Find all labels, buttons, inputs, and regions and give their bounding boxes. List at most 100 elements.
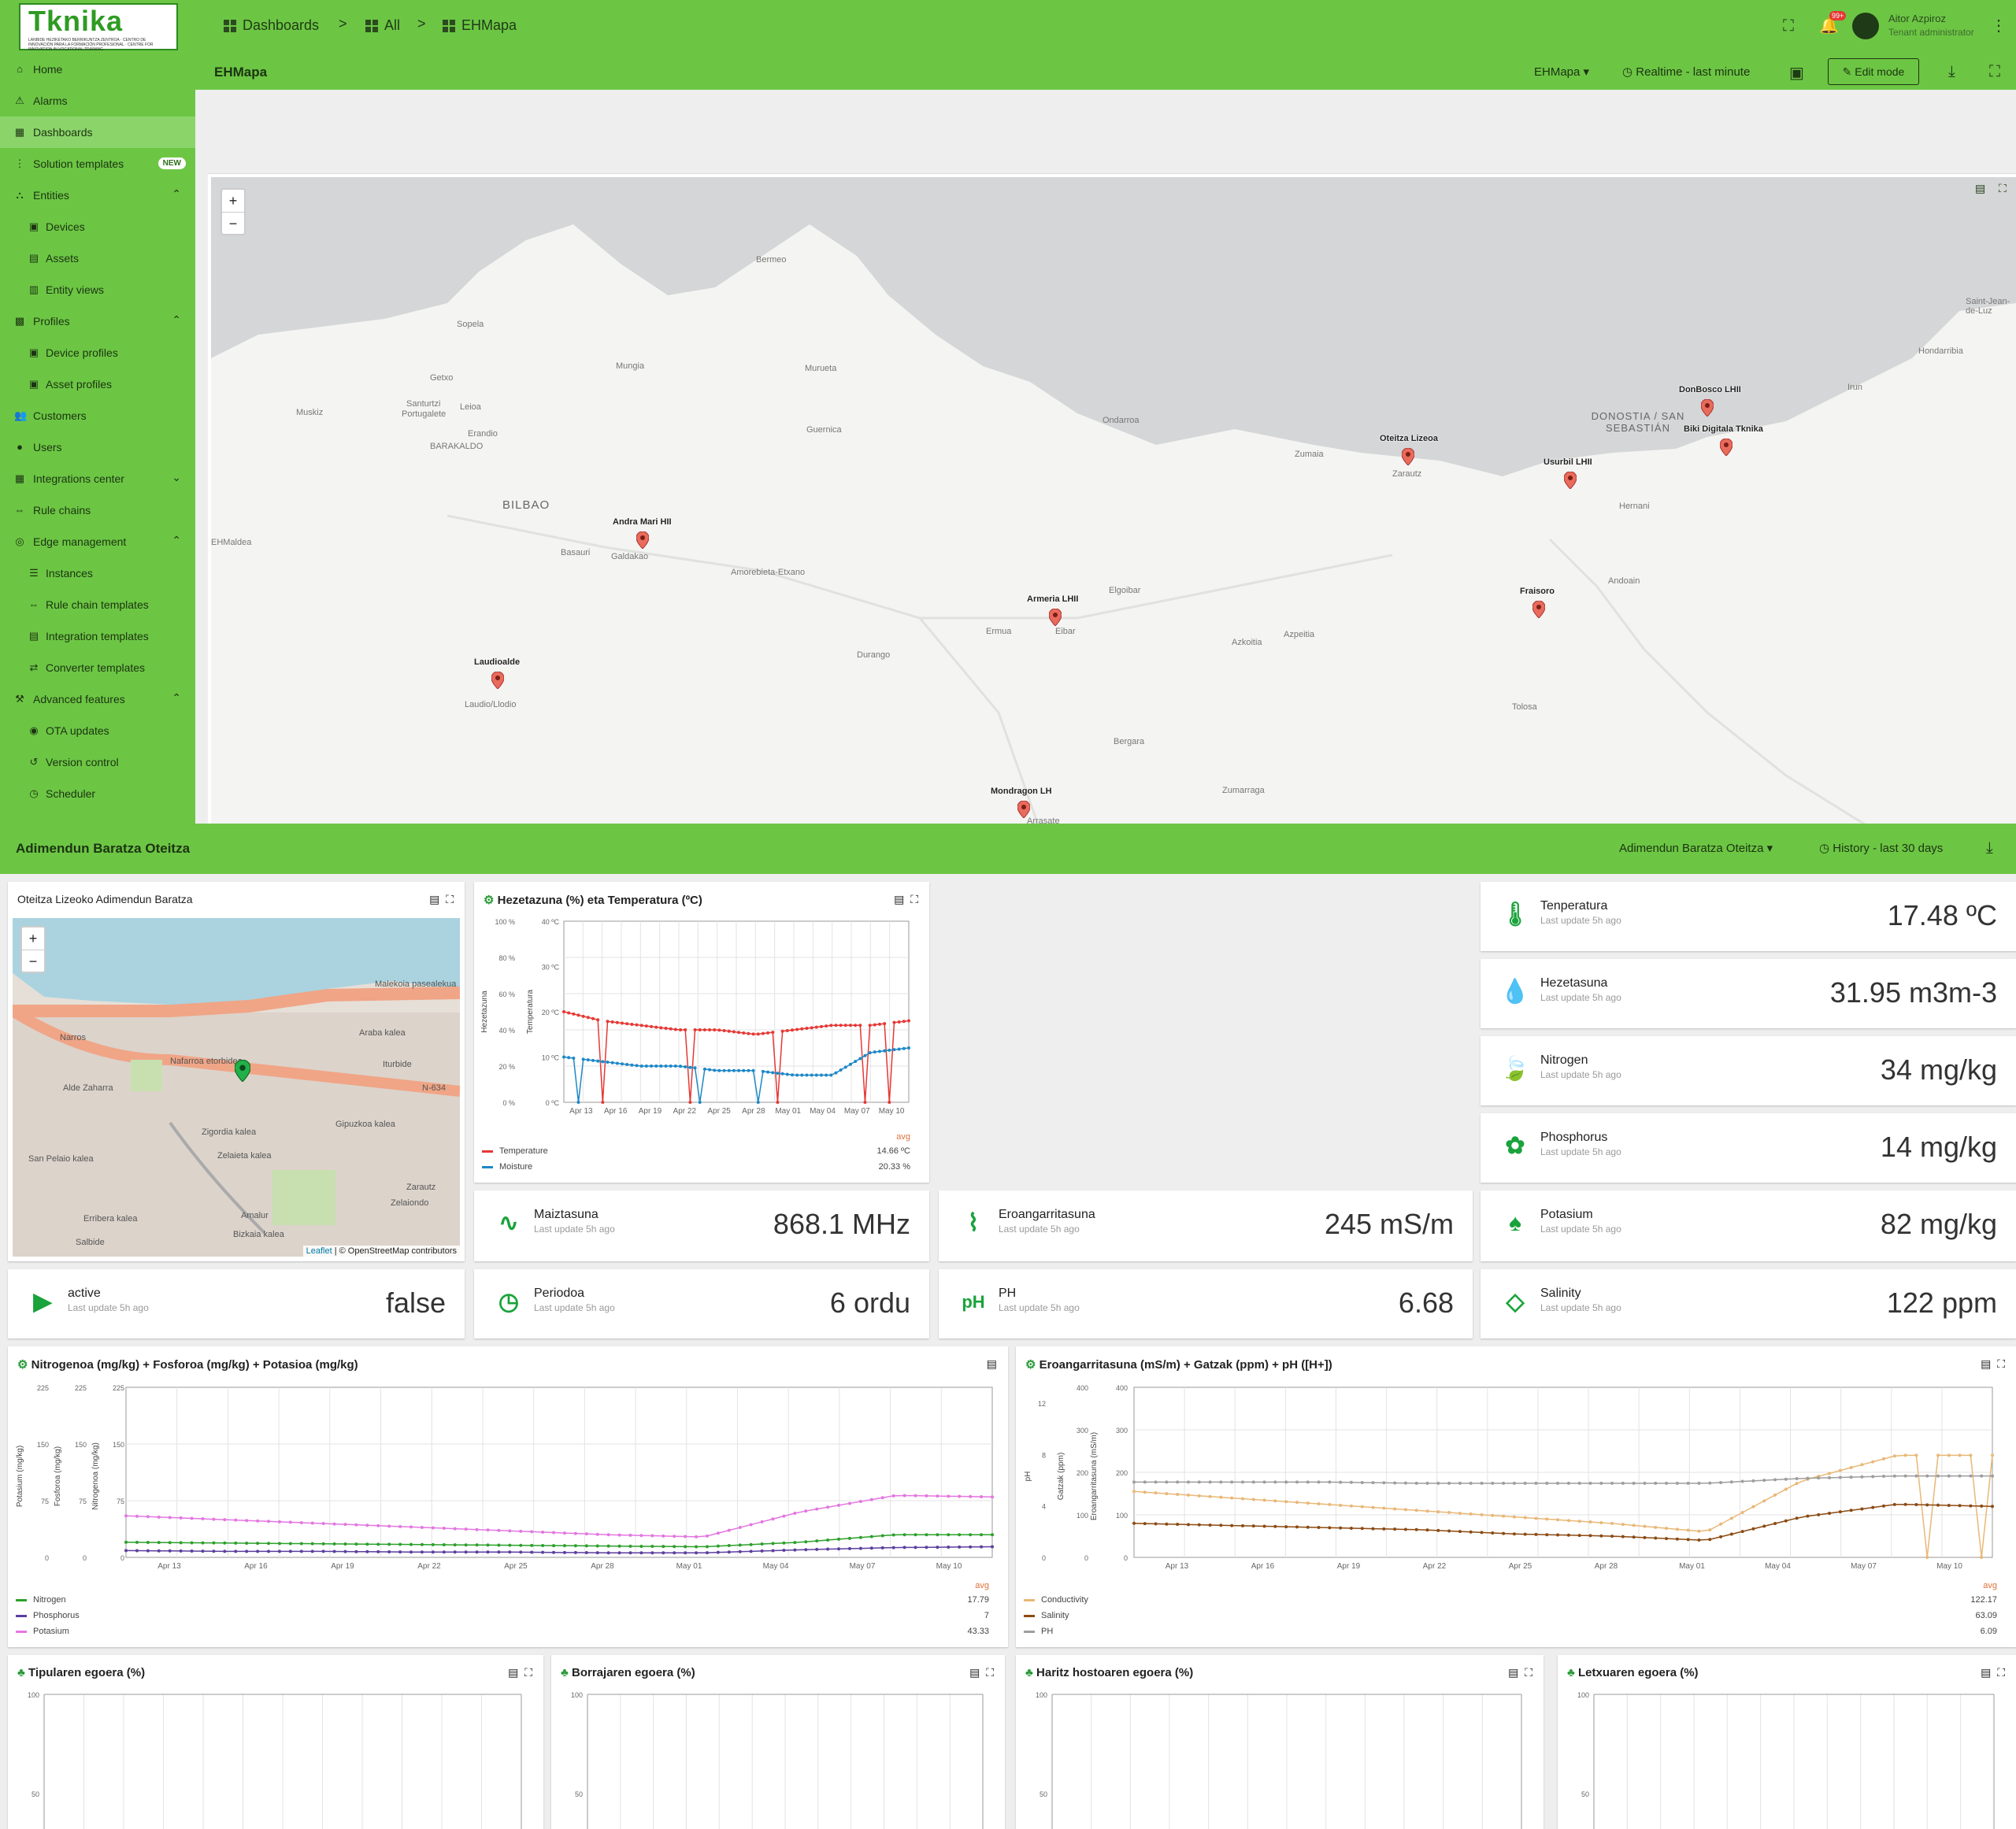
export-icon[interactable]: ▤ [894, 893, 904, 905]
legend-nitrogen[interactable]: Nitrogen [16, 1595, 66, 1605]
download-icon[interactable]: ⤓ [1986, 839, 1993, 857]
temperature-point [892, 1020, 896, 1024]
legend-temperature[interactable]: Temperature [482, 1146, 548, 1156]
zoom-out-button[interactable]: − [22, 950, 44, 972]
sidebar-item-instances[interactable]: ☰ Instances [0, 557, 195, 589]
sidebar-item-rule-chain-templates[interactable]: ⇔ Rule chain templates [0, 589, 195, 620]
conductivity-chart[interactable]: Apr 13 Apr 16 Apr 19 Apr 22 Apr 25 Apr 28 May … [1016, 1378, 2016, 1590]
export-icon[interactable]: ▤ [1975, 182, 1985, 195]
sidebar-item-customers[interactable]: 👥 Customers [0, 400, 195, 431]
export-icon[interactable]: ▤ [987, 1357, 997, 1370]
sidebar-item-integration-templates[interactable]: ▤ Integration templates [0, 620, 195, 652]
legend-conductivity[interactable]: Conductivity [1024, 1595, 1088, 1605]
npk-chart[interactable]: Apr 13 Apr 16 Apr 19 Apr 22 Apr 25 Apr 28 May … [8, 1378, 1008, 1590]
plant-chart[interactable]: 100 50 [8, 1686, 543, 1829]
fullscreen-icon[interactable]: ⛶ [986, 1666, 994, 1679]
map-marker-pin[interactable] [1532, 601, 1545, 618]
ph-point [1534, 1481, 1538, 1485]
state-selector[interactable]: Adimendun Baratza Oteitza ▾ [1619, 841, 1773, 855]
legend-ph[interactable]: PH [1024, 1627, 1053, 1636]
breadcrumb-dashboards[interactable]: Dashboards [224, 17, 319, 34]
salinity-point [1675, 1537, 1679, 1541]
conductivity-point [1828, 1472, 1832, 1475]
state-selector[interactable]: EHMapa ▾ [1534, 65, 1589, 79]
fullscreen-icon[interactable]: ⛶ [1989, 63, 2000, 81]
map-marker-pin[interactable] [491, 672, 504, 689]
mini-map-view[interactable]: + − Narros Alde Zaharra Nafarroa etorbid… [13, 918, 460, 1257]
more-vert-icon[interactable]: ⋮ [1991, 16, 2007, 35]
zoom-out-button[interactable]: − [222, 212, 244, 234]
sidebar-item-users[interactable]: ● Users [0, 431, 195, 463]
scheduler-icon: ◷ [29, 787, 39, 799]
map-marker-pin[interactable] [1017, 801, 1030, 818]
fullscreen-icon[interactable]: ⛶ [1997, 1666, 2005, 1679]
sidebar-item-home[interactable]: ⌂ Home [0, 54, 195, 85]
map-marker-pin[interactable] [1564, 472, 1577, 489]
legend-moisture[interactable]: Moisture [482, 1162, 532, 1172]
sidebar-item-version-control[interactable]: ↺ Version control [0, 746, 195, 778]
export-icon[interactable]: ▤ [1981, 1666, 1991, 1679]
export-icon[interactable]: ▤ [1981, 1357, 1991, 1370]
sidebar-item-entities[interactable]: ⛬ Entities ⌃ [0, 180, 195, 211]
sidebar-item-dashboards[interactable]: ▦ Dashboards [0, 117, 195, 148]
map-marker-pin[interactable] [1720, 439, 1732, 456]
potasium-point [343, 1523, 347, 1527]
legend-potasium[interactable]: Potasium [16, 1627, 69, 1636]
sidebar-item-device-profiles[interactable]: ▣ Device profiles [0, 337, 195, 368]
temp-moisture-chart[interactable]: Apr 13 Apr 16 Apr 19 Apr 22 Apr 25 Apr 28 May … [474, 913, 929, 1126]
map-marker-pin[interactable] [636, 531, 649, 549]
sidebar-item-solution-templates[interactable]: ⋮ Solution templates NEW [0, 148, 195, 180]
map-marker-pin[interactable] [1049, 609, 1062, 626]
zoom-in-button[interactable]: + [22, 927, 44, 950]
sidebar-item-integrations-center[interactable]: ▦ Integrations center ⌄ [0, 463, 195, 494]
export-icon[interactable]: ▤ [1508, 1666, 1518, 1679]
widget-actions: ▤ ⛶ [894, 893, 918, 906]
sidebar-item-scheduler[interactable]: ◷ Scheduler [0, 778, 195, 809]
plant-chart[interactable]: 100 50 [1016, 1686, 1544, 1829]
map-marker-pin[interactable] [235, 1060, 250, 1082]
sidebar-item-alarms[interactable]: ⚠ Alarms [0, 85, 195, 117]
potasium-point [947, 1494, 951, 1498]
timewindow-button[interactable]: ◷ Realtime - last minute [1622, 65, 1750, 79]
download-icon[interactable]: ⤓ [1948, 63, 1955, 81]
fullscreen-icon[interactable]: ⛶ [524, 1666, 532, 1679]
fullscreen-icon[interactable]: ⛶ [1525, 1666, 1532, 1679]
sidebar-item-advanced-features[interactable]: ⚒ Advanced features ⌃ [0, 683, 195, 715]
plant-chart[interactable]: 100 50 [551, 1686, 1005, 1829]
breadcrumb-all[interactable]: All [365, 17, 400, 34]
x-tick-label: Apr 25 [504, 1562, 528, 1571]
legend-phosphorus[interactable]: Phosphorus [16, 1611, 80, 1620]
map-marker-pin[interactable] [1402, 448, 1414, 465]
sidebar-item-edge-management[interactable]: ◎ Edge management ⌃ [0, 526, 195, 557]
map-view[interactable]: + − ▤ ⛶ Bermeo Sopela Getxo Mungia Murue… [211, 177, 2016, 824]
legend-swatch [482, 1165, 493, 1168]
moisture-point [669, 1064, 673, 1068]
fullscreen-icon[interactable]: ⛶ [910, 893, 918, 905]
plant-chart[interactable]: 100 50 [1558, 1686, 2016, 1829]
sidebar-item-rule-chains[interactable]: ⇔ Rule chains [0, 494, 195, 526]
legend-salinity[interactable]: Salinity [1024, 1611, 1069, 1620]
conductivity-point [1360, 1505, 1364, 1509]
logo[interactable]: Tknika LANBIDE HEZIKETAKO BERRIKUNTZA ZE… [0, 0, 195, 54]
filter-icon[interactable]: ▣ [1789, 63, 1804, 83]
breadcrumb-ehmapa[interactable]: EHMapa [443, 17, 517, 34]
map-marker-pin[interactable] [1701, 399, 1714, 417]
export-icon[interactable]: ▤ [969, 1666, 980, 1679]
sidebar-item-entity-views[interactable]: ▥ Entity views [0, 274, 195, 305]
fullscreen-icon[interactable]: ⛶ [1997, 1357, 2005, 1370]
fullscreen-icon[interactable]: ⛶ [446, 893, 454, 905]
sidebar-item-ota-updates[interactable]: ◉ OTA updates [0, 715, 195, 746]
edit-mode-button[interactable]: ✎ Edit mode [1828, 58, 1919, 85]
leaflet-link[interactable]: Leaflet [306, 1246, 332, 1256]
sidebar-item-asset-profiles[interactable]: ▣ Asset profiles [0, 368, 195, 400]
sidebar-item-assets[interactable]: ▤ Assets [0, 243, 195, 274]
fullscreen-icon[interactable]: ⛶ [1999, 182, 2007, 195]
fullscreen-icon[interactable]: ⛶ [1783, 17, 1794, 35]
sidebar-item-devices[interactable]: ▣ Devices [0, 211, 195, 243]
zoom-in-button[interactable]: + [222, 190, 244, 212]
export-icon[interactable]: ▤ [429, 893, 439, 905]
timewindow-button[interactable]: ◷ History - last 30 days [1819, 841, 1943, 855]
sidebar-item-profiles[interactable]: ▩ Profiles ⌃ [0, 305, 195, 337]
export-icon[interactable]: ▤ [508, 1666, 518, 1679]
sidebar-item-converter-templates[interactable]: ⇄ Converter templates [0, 652, 195, 683]
